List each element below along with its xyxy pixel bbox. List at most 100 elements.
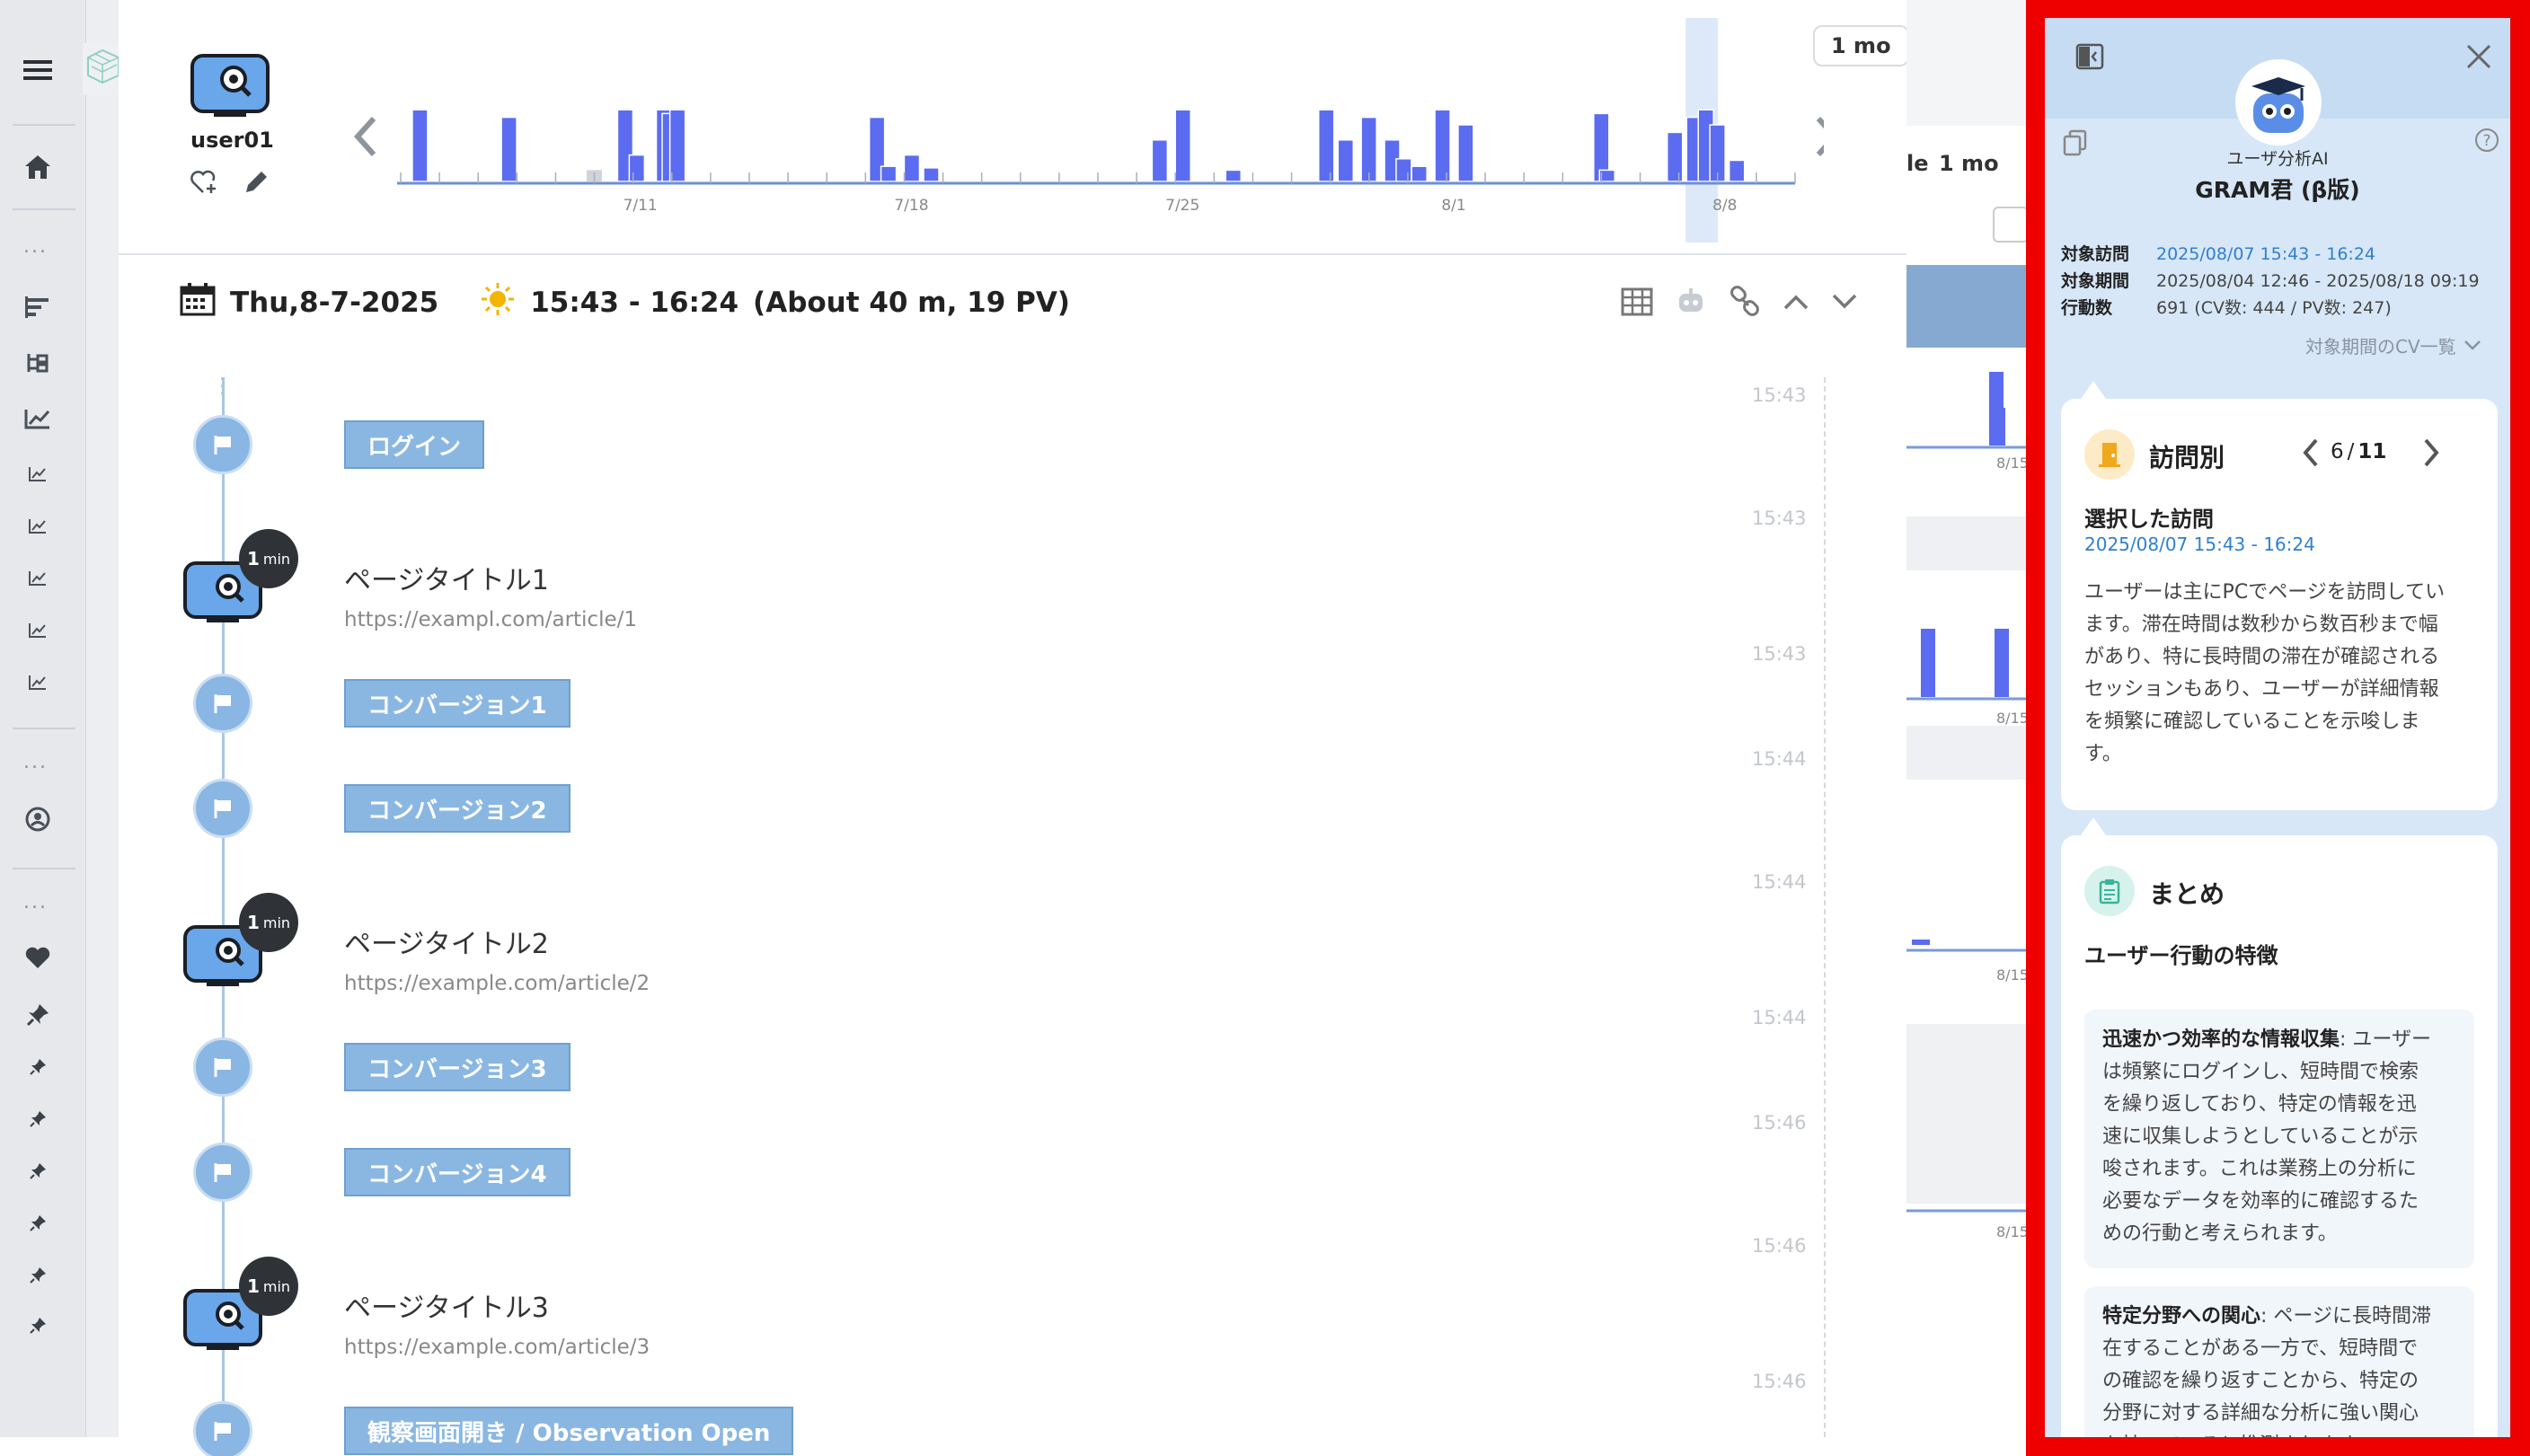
timeline-time-rail [1824,377,1826,1437]
menu-icon[interactable] [20,52,56,88]
conversion-tag[interactable]: ログイン [344,420,485,469]
chart-bar [903,154,921,182]
background-button [1993,207,2029,243]
next-visit-icon[interactable] [2420,437,2442,472]
pin-icon[interactable] [20,1308,56,1344]
nav-divider [13,124,75,126]
event-flag-icon [193,1143,252,1202]
page-url[interactable]: https://exampl.com/article/1 [344,608,637,631]
ai-analysis-panel: ? ユーザ分析AI GRAM君 (β版) 対象訪問 2025/08/07 15:4… [2045,18,2510,1437]
chart-bar [1728,159,1746,182]
event-timestamp: 15:43 [1752,643,1807,665]
line-chart-icon[interactable] [20,401,56,437]
chart-tick-label: 7/18 [894,197,928,215]
heart-icon[interactable] [20,940,56,975]
chart-icon[interactable] [20,508,56,544]
chart-bar [1174,109,1191,182]
conversion-tag[interactable]: 観察画面開き / Observation Open [344,1407,794,1455]
bars-icon[interactable] [20,289,56,325]
page-url[interactable]: https://example.com/article/3 [344,1336,650,1359]
favorite-add-icon[interactable] [190,169,219,199]
edit-icon[interactable] [243,169,270,199]
chart-bar [1666,131,1684,182]
visit-card: 訪問別 6 / 11 選択した訪問 2025/08/07 15:43 - 16:… [2061,399,2498,810]
label-le: le [1906,151,1929,176]
visit-card-title: 訪問別 [2149,443,2225,472]
link-icon[interactable] [1729,286,1761,322]
chart-bar [1225,169,1243,182]
visit-pager: 6 / 11 [2331,440,2387,463]
profile-actions [190,169,270,199]
chart-bar [628,154,646,182]
search-user-icon[interactable] [20,801,56,837]
left-nav: ... ... ... [0,0,86,1437]
page-title[interactable]: ページタイトル3 [344,1285,549,1325]
conversion-tag[interactable]: コンバージョン4 [344,1148,571,1196]
chart-icon[interactable] [20,665,56,701]
close-icon[interactable] [2465,43,2492,74]
chart-next-icon[interactable] [1816,116,1824,157]
clipboard-icon [2084,866,2135,916]
event-timestamp: 15:46 [1752,1371,1807,1392]
event-timestamp: 15:43 [1752,384,1807,406]
pin-icon[interactable] [20,997,56,1033]
chart-icon[interactable] [20,560,56,596]
chart-icon[interactable] [20,456,56,492]
chart-bar [1457,124,1474,182]
event-flag-icon [193,415,252,474]
nav-divider [13,728,75,729]
background-tick: 8/15 [1996,710,2029,727]
conversion-tag[interactable]: コンバージョン1 [344,679,571,728]
session-date: Thu,8-7-2025 [230,287,439,319]
visit-analysis-text: ユーザーは主にPCでページを訪問してい ます。滞在時間は数秒から数百秒まで幅 が… [2084,581,2446,765]
chart-bar [880,165,898,182]
pin-icon[interactable] [20,1101,56,1137]
background-tick: 8/15 [1996,1223,2029,1240]
chart-bar [1411,165,1428,182]
event-timestamp: 15:46 [1752,1112,1807,1134]
background-tick: 8/15 [1996,454,2029,472]
page-url[interactable]: https://example.com/article/2 [344,972,650,995]
conversion-tag[interactable]: コンバージョン2 [344,784,571,833]
tree-icon[interactable] [20,345,56,381]
event-timestamp: 15:44 [1752,1007,1807,1028]
table-view-icon[interactable] [1621,287,1653,320]
app-root: ... ... ... user01 7/11 7/18 7/25 8/1 8/… [0,0,2530,1456]
card-tail [2081,817,2106,835]
duration-badge: 1 min [239,893,298,952]
range-button[interactable]: 1 mo [1813,25,1909,66]
pin-icon[interactable] [20,1205,56,1241]
panel-title: GRAM君 (β版) [2195,177,2360,203]
background-mini-chart [1906,372,2030,701]
pin-icon[interactable] [20,1257,56,1293]
cv-list-link[interactable]: 対象期間のCV一覧 [2305,332,2481,358]
chart-prev-icon[interactable] [353,116,376,157]
ai-robot-icon[interactable] [1675,287,1707,321]
event-flag-icon [193,779,252,838]
chart-tick-label: 7/25 [1165,197,1199,215]
page-title[interactable]: ページタイトル2 [344,922,549,961]
username: user01 [190,128,274,153]
home-icon[interactable] [20,149,56,185]
event-timestamp: 15:44 [1752,871,1807,893]
chart-tick-label: 8/1 [1441,197,1465,215]
conversion-tag[interactable]: コンバージョン3 [344,1043,571,1091]
pin-icon[interactable] [20,1049,56,1085]
chevron-up-icon[interactable] [1782,293,1809,314]
chevron-down-icon[interactable] [1831,293,1858,314]
activity-timeline-chart[interactable]: 7/11 7/18 7/25 8/1 8/8 [350,18,1824,243]
page-title[interactable]: ページタイトル1 [344,558,549,597]
nav-divider [13,208,75,210]
ai-bot-avatar [2234,57,2323,151]
pin-icon[interactable] [20,1153,56,1189]
daytime-sun-icon [480,281,516,324]
chart-bar [1317,109,1335,182]
prev-visit-icon[interactable] [2300,437,2322,472]
meta-target-visit: 対象訪問 2025/08/07 15:43 - 16:24 [2061,244,2375,264]
card-tail [2081,381,2106,399]
background-tick: 8/15 [1996,966,2029,984]
user-avatar[interactable] [190,54,270,122]
chart-icon[interactable] [20,613,56,649]
duration-badge: 1 min [239,1257,298,1316]
collapse-panel-icon[interactable] [2075,43,2104,74]
